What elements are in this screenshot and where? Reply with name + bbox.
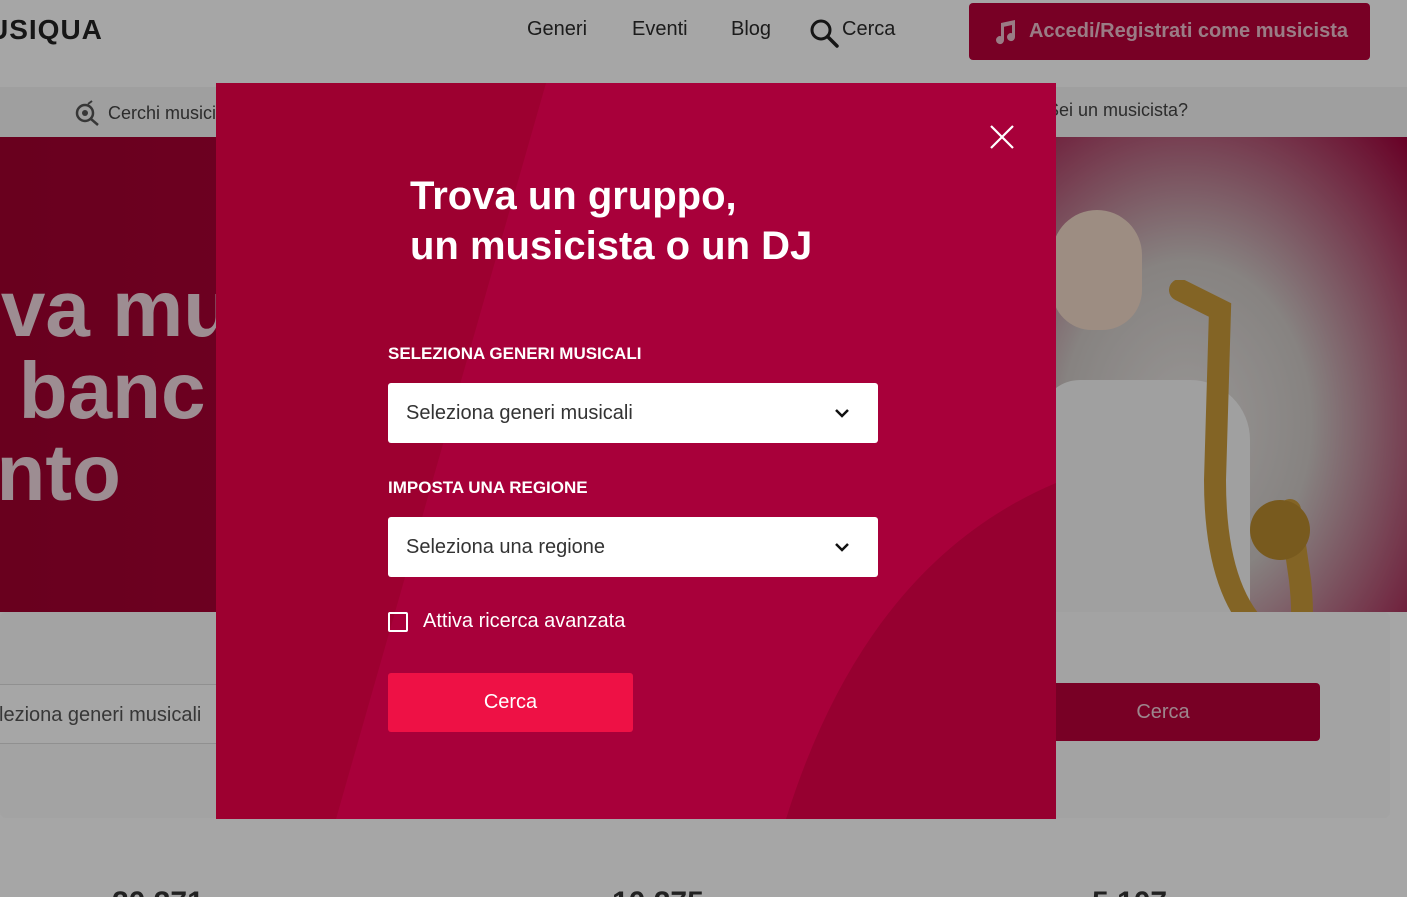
- advanced-search-toggle[interactable]: Attiva ricerca avanzata: [388, 610, 625, 633]
- page: USIQUA Generi Eventi Blog Cerca Accedi/R…: [0, 0, 1407, 897]
- chevron-down-icon: [835, 543, 849, 552]
- region-select-placeholder: Seleziona una regione: [406, 536, 606, 558]
- search-modal: Trova un gruppo, un musicista o un DJ SE…: [216, 83, 1056, 819]
- genre-select-placeholder: Seleziona generi musicali: [406, 402, 633, 424]
- search-button[interactable]: Cerca: [388, 673, 633, 732]
- modal-title-line-1: Trova un gruppo,: [410, 174, 737, 218]
- modal-title-line-2: un musicista o un DJ: [410, 224, 813, 268]
- advanced-search-label: Attiva ricerca avanzata: [423, 610, 626, 632]
- advanced-search-checkbox[interactable]: [388, 611, 408, 632]
- region-select[interactable]: Seleziona una regione: [388, 517, 878, 577]
- genre-select[interactable]: Seleziona generi musicali: [388, 383, 878, 443]
- close-icon[interactable]: [988, 123, 1016, 151]
- chevron-down-icon: [835, 409, 849, 418]
- modal-title: Trova un gruppo, un musicista o un DJ: [410, 171, 870, 271]
- genre-field-label: SELEZIONA GENERI MUSICALI: [388, 344, 642, 363]
- region-field-label: IMPOSTA UNA REGIONE: [388, 478, 588, 497]
